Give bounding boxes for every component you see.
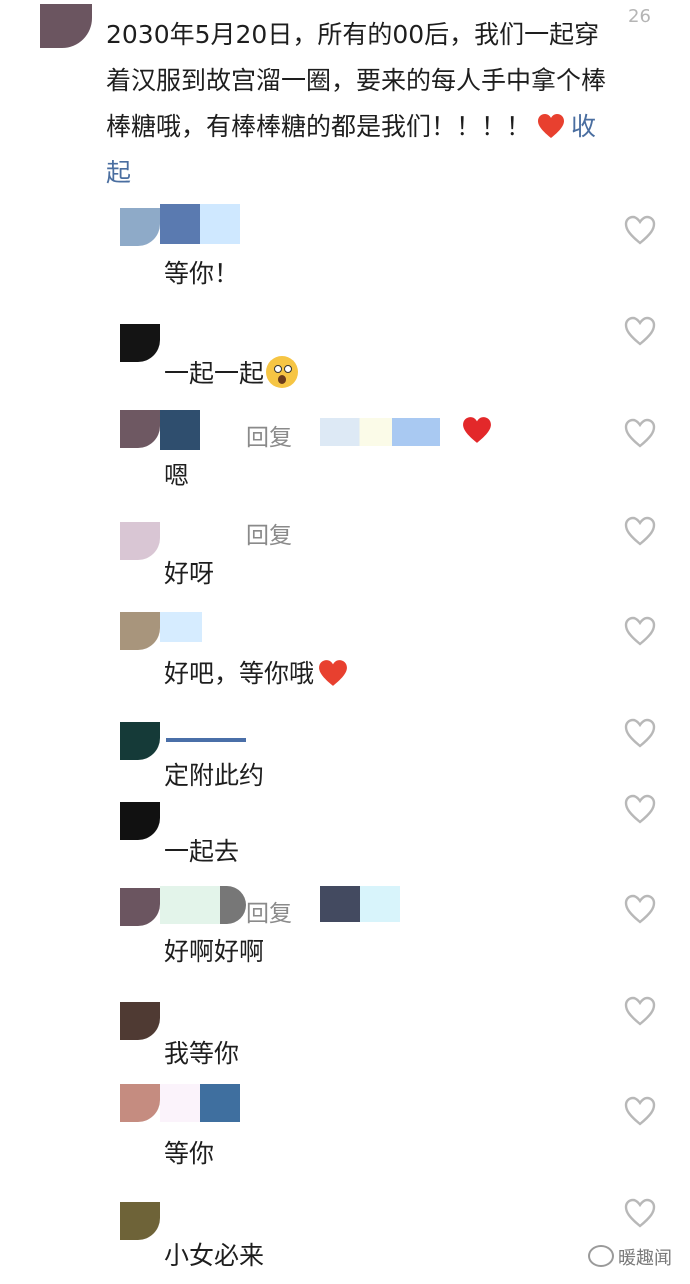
avatar[interactable] [120, 888, 160, 926]
avatar[interactable] [120, 722, 160, 760]
reply-text: 好呀 [164, 559, 215, 588]
red-heart-icon [319, 660, 347, 686]
avatar[interactable] [120, 1084, 160, 1122]
reply-text: 一起去 [164, 837, 240, 866]
reply-text-content: 一起一起 [164, 359, 265, 388]
reply-text: 一起一起 [164, 354, 299, 390]
avatar[interactable] [120, 522, 160, 560]
reply-text: 等你！ [164, 259, 240, 288]
username-redacted [160, 1084, 240, 1122]
heart-outline-icon[interactable] [624, 516, 656, 546]
username-redacted [160, 886, 246, 924]
heart-outline-icon[interactable] [624, 996, 656, 1026]
reply-target-redacted [320, 418, 440, 446]
heart-outline-icon[interactable] [624, 1198, 656, 1228]
reply-text: 我等你 [164, 1039, 240, 1068]
heart-outline-icon[interactable] [624, 418, 656, 448]
avatar[interactable] [120, 208, 160, 246]
reply-text: 嗯 [164, 461, 190, 490]
avatar[interactable] [120, 1202, 160, 1240]
username-redacted [160, 410, 200, 450]
reply-text: 定附此约 [164, 761, 265, 790]
username-redacted [166, 738, 246, 742]
heart-outline-icon[interactable] [624, 1096, 656, 1126]
red-heart-icon [538, 114, 565, 138]
red-heart-icon [463, 417, 491, 443]
heart-outline-icon[interactable] [624, 215, 656, 245]
reply-to-label: 回复 [246, 523, 292, 549]
heart-outline-icon[interactable] [624, 894, 656, 924]
like-count: 26 [628, 6, 651, 27]
heart-outline-icon[interactable] [624, 718, 656, 748]
avatar[interactable] [40, 4, 92, 48]
avatar[interactable] [120, 324, 160, 362]
reply-to-label: 回复 [246, 425, 292, 451]
shocked-face-icon [266, 356, 299, 388]
reply-target-redacted [320, 886, 400, 922]
username-redacted [160, 204, 240, 244]
avatar[interactable] [120, 612, 160, 650]
avatar[interactable] [120, 1002, 160, 1040]
heart-outline-icon[interactable] [624, 316, 656, 346]
avatar[interactable] [120, 802, 160, 840]
comment-text: 2030年5月20日，所有的00后，我们一起穿着汉服到故宫溜一圈，要来的每人手中… [106, 12, 606, 196]
watermark: 暖趣闻 [588, 1244, 672, 1270]
heart-outline-icon[interactable] [624, 616, 656, 646]
reply-text: 好吧，等你哦 [164, 654, 348, 690]
username-redacted [160, 612, 202, 642]
heart-outline-icon[interactable] [624, 794, 656, 824]
watermark-text: 暖趣闻 [618, 1248, 672, 1269]
comment-body: 2030年5月20日，所有的00后，我们一起穿着汉服到故宫溜一圈，要来的每人手中… [106, 20, 607, 141]
reply-text: 好啊好啊 [164, 937, 265, 966]
reply-text-content: 好吧，等你哦 [164, 659, 315, 688]
reply-text: 等你 [164, 1139, 215, 1168]
wechat-icon [588, 1245, 614, 1267]
avatar[interactable] [120, 410, 160, 448]
reply-text: 小女必来 [164, 1241, 265, 1270]
reply-to-label: 回复 [246, 901, 292, 927]
